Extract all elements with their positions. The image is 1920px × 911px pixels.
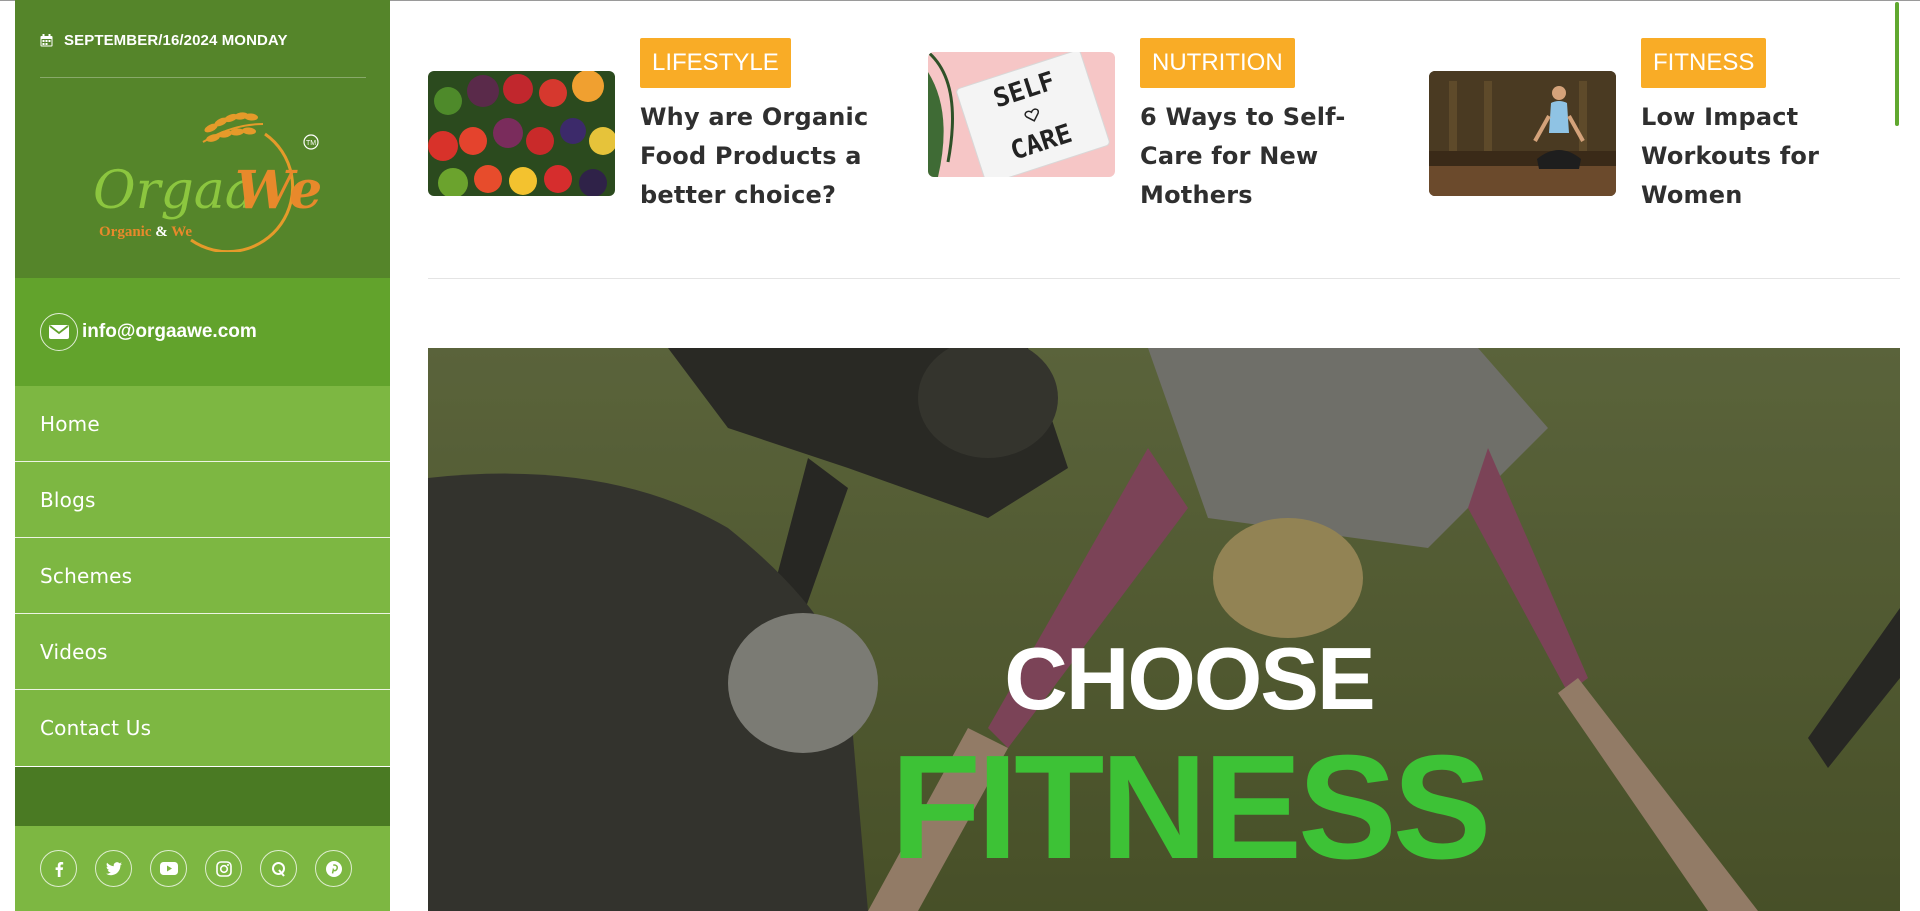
main-menu: Home Blogs Schemes Videos Contact Us	[15, 386, 390, 766]
quora-icon[interactable]	[260, 850, 297, 887]
article-thumbnail[interactable]	[1429, 71, 1616, 196]
sidebar-divider	[40, 77, 366, 78]
svg-text:We: We	[235, 160, 322, 221]
calendar-icon	[40, 33, 53, 47]
article-title[interactable]: Why are Organic Food Products a better c…	[640, 98, 880, 215]
sidebar-spacer	[15, 767, 390, 826]
menu-item-home[interactable]: Home	[15, 386, 390, 462]
article-card[interactable]: FITNESS Low Impact Workouts for Women	[1429, 38, 1889, 218]
svg-text:Orgaa: Orgaa	[93, 161, 256, 221]
envelope-icon	[40, 313, 78, 351]
main-content: LIFESTYLE Why are Organic Food Products …	[428, 0, 1900, 911]
hero-heading-line2: FITNESS	[890, 725, 1492, 890]
current-date: SEPTEMBER/16/2024 MONDAY	[64, 31, 288, 49]
section-divider	[428, 278, 1900, 279]
sidebar: SEPTEMBER/16/2024 MONDAY TM Orgaa We Org…	[15, 0, 390, 911]
social-links	[15, 826, 390, 911]
article-title[interactable]: Low Impact Workouts for Women	[1641, 98, 1881, 215]
category-badge[interactable]: LIFESTYLE	[640, 38, 791, 88]
twitter-icon[interactable]	[95, 850, 132, 887]
sidebar-header: SEPTEMBER/16/2024 MONDAY TM Orgaa We Org…	[15, 0, 390, 278]
facebook-icon[interactable]	[40, 850, 77, 887]
youtube-icon[interactable]	[150, 850, 187, 887]
email-address[interactable]: info@orgaawe.com	[82, 321, 257, 343]
pinterest-icon[interactable]	[315, 850, 352, 887]
email-contact[interactable]: info@orgaawe.com	[15, 278, 390, 386]
hero-heading-line1: CHOOSE	[1004, 629, 1375, 728]
menu-item-schemes[interactable]: Schemes	[15, 538, 390, 614]
svg-text:Organic & We: Organic & We	[99, 224, 192, 240]
article-thumbnail[interactable]	[428, 71, 615, 196]
menu-item-videos[interactable]: Videos	[15, 614, 390, 690]
article-thumbnail[interactable]: SELF CARE	[928, 52, 1115, 177]
page-scrollbar[interactable]	[1894, 0, 1900, 128]
logo-tm: TM	[306, 140, 316, 147]
category-badge[interactable]: NUTRITION	[1140, 38, 1295, 88]
site-logo[interactable]: TM Orgaa We Organic & We	[93, 112, 333, 254]
featured-articles: LIFESTYLE Why are Organic Food Products …	[428, 38, 1900, 218]
instagram-icon[interactable]	[205, 850, 242, 887]
scrollbar-thumb[interactable]	[1895, 2, 1899, 126]
date-display: SEPTEMBER/16/2024 MONDAY	[40, 30, 288, 50]
article-card[interactable]: LIFESTYLE Why are Organic Food Products …	[428, 38, 888, 218]
hero-banner[interactable]: CHOOSE FITNESS	[428, 348, 1900, 911]
menu-item-contact-us[interactable]: Contact Us	[15, 690, 390, 766]
article-title[interactable]: 6 Ways to Self-Care for New Mothers	[1140, 98, 1380, 215]
article-card[interactable]: SELF CARE NUTRITION 6 Ways to Self-Care …	[928, 38, 1388, 218]
category-badge[interactable]: FITNESS	[1641, 38, 1767, 88]
menu-item-blogs[interactable]: Blogs	[15, 462, 390, 538]
